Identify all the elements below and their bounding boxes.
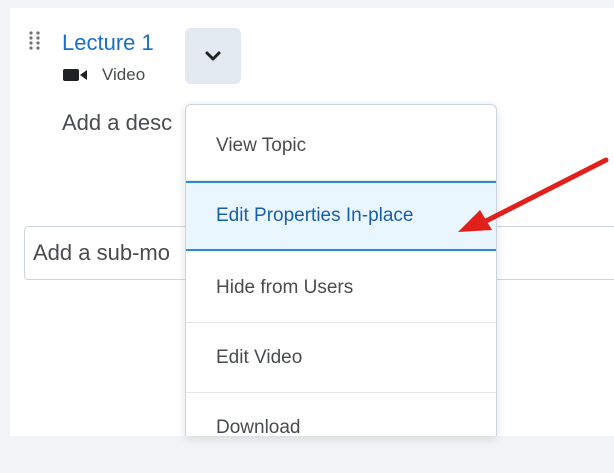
menu-item-hide-from-users[interactable]: Hide from Users — [186, 253, 496, 323]
video-camera-icon — [63, 69, 87, 81]
topic-actions-button[interactable] — [185, 28, 241, 84]
chevron-down-icon — [205, 51, 221, 61]
topic-type-label: Video — [102, 65, 146, 84]
menu-item-edit-video[interactable]: Edit Video — [186, 323, 496, 393]
drag-handle-icon[interactable] — [28, 30, 42, 52]
menu-item-download[interactable]: Download — [186, 393, 496, 436]
add-description-link[interactable]: Add a desc — [62, 108, 172, 138]
topic-title-link[interactable]: Lecture 1 — [62, 30, 154, 56]
annotation-arrow-icon — [458, 157, 609, 232]
topic-type: Video — [62, 64, 145, 86]
